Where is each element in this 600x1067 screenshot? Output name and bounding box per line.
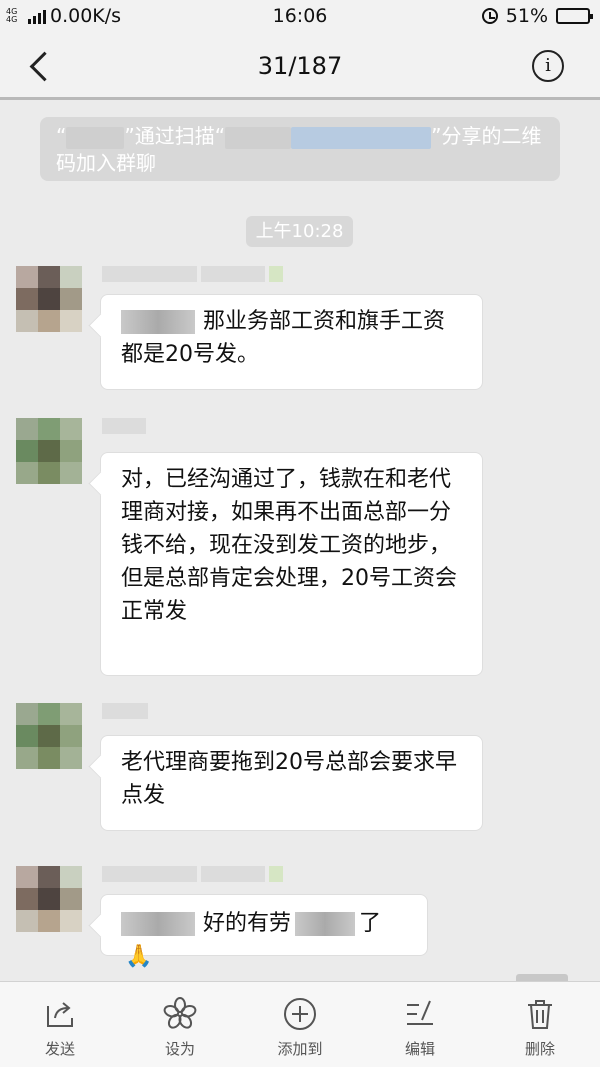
plus-circle-icon [284, 998, 316, 1030]
timestamp: 上午10:28 [246, 216, 353, 247]
message-text: 老代理商要拖到20号总部会要求早点发 [121, 750, 457, 808]
share-icon [47, 1002, 73, 1027]
sender-name [102, 703, 148, 719]
flower-icon [163, 997, 197, 1029]
edit-button[interactable]: 编辑 [360, 982, 480, 1067]
status-bar: 4G 4G 0.00K/s 16:06 51% [0, 0, 600, 34]
nav-bar: 31/187 i [0, 34, 600, 100]
battery-percent: 51% [505, 5, 548, 27]
system-message-part1: “ [56, 124, 67, 148]
bottom-toolbar: 发送 设为 添加到 编辑 删除 [0, 981, 600, 1067]
pray-emoji-icon: 🙏 [125, 944, 153, 969]
blurred-mention [121, 912, 195, 936]
battery-icon [556, 8, 593, 24]
sender-name [102, 418, 146, 434]
info-icon[interactable]: i [532, 50, 564, 82]
avatar[interactable] [16, 703, 82, 769]
avatar[interactable] [16, 418, 82, 484]
blurred-mention [121, 310, 195, 334]
message-text: 对，已经沟通过了，钱款在和老代理商对接，如果再不出面总部一分钱不给，现在没到发工… [121, 467, 457, 624]
alarm-icon [481, 8, 498, 24]
avatar[interactable] [16, 266, 82, 332]
page-title: 31/187 [257, 52, 343, 80]
add-to-label: 添加到 [277, 1040, 323, 1058]
trash-icon [528, 1000, 552, 1029]
edit-icon [407, 1000, 433, 1025]
edit-label: 编辑 [404, 1040, 435, 1058]
delete-button[interactable]: 删除 [480, 982, 600, 1067]
blurred-name [225, 126, 292, 149]
message-text: 好的有劳 [203, 911, 292, 936]
message-text-end: 了 [359, 911, 382, 936]
set-as-button[interactable]: 设为 [120, 982, 240, 1067]
message-bubble[interactable]: 老代理商要拖到20号总部会要求早点发 [100, 735, 483, 831]
message-bubble[interactable]: 好的有劳 了 🙏 [100, 894, 428, 969]
blurred-mention [295, 912, 356, 936]
add-to-button[interactable]: 添加到 [240, 982, 360, 1067]
delete-label: 删除 [524, 1040, 555, 1058]
set-as-label: 设为 [164, 1040, 195, 1058]
blurred-name [66, 126, 125, 149]
send-button[interactable]: 发送 [0, 982, 120, 1067]
message-bubble[interactable]: 那业务部工资和旗手工资都是20号发。 [100, 294, 483, 390]
status-right: 51% [481, 5, 593, 27]
system-message: “”通过扫描“ ”分享的二维码加入群聊 [40, 117, 560, 181]
sender-name [102, 866, 283, 882]
sender-name [102, 266, 283, 282]
blurred-name [291, 126, 432, 149]
system-message-part2: ”通过扫描“ [124, 124, 226, 148]
message-bubble[interactable]: 对，已经沟通过了，钱款在和老代理商对接，如果再不出面总部一分钱不给，现在没到发工… [100, 452, 483, 676]
send-label: 发送 [44, 1040, 75, 1058]
avatar[interactable] [16, 866, 82, 932]
